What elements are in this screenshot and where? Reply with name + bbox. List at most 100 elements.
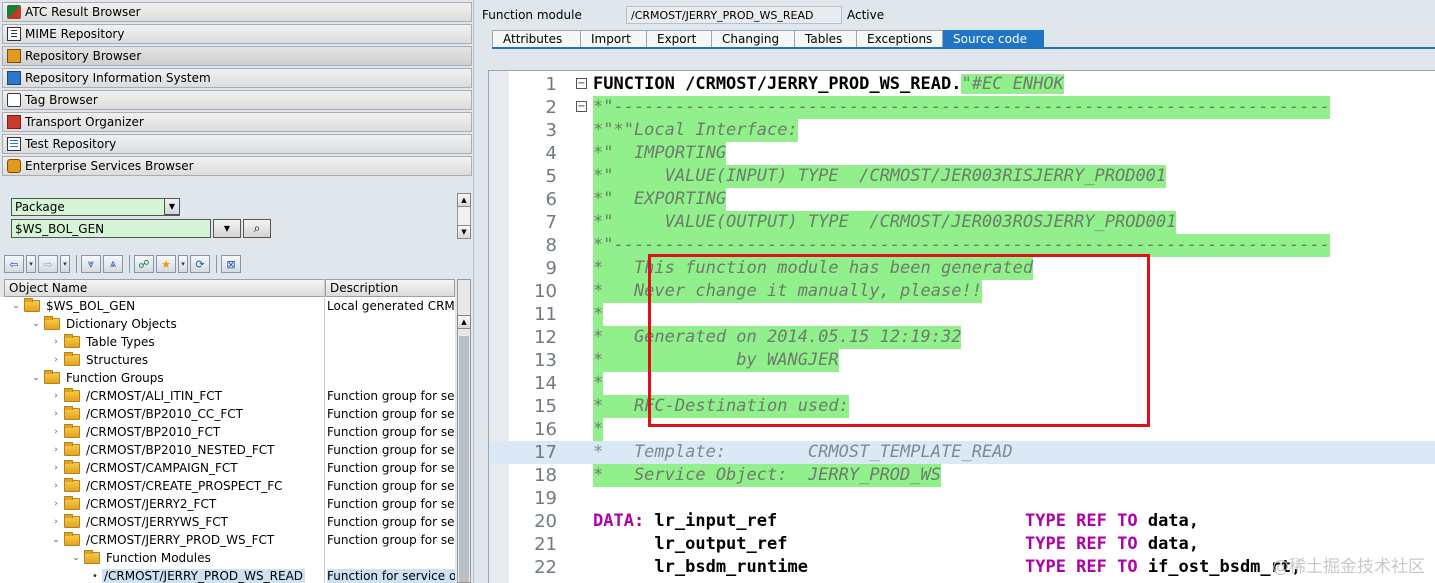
- tree-scroll-up-icon[interactable]: ▲: [457, 315, 471, 329]
- collapse-icon[interactable]: ⌄: [30, 372, 42, 384]
- line-number: 13: [534, 350, 557, 371]
- esb-icon: [7, 159, 21, 173]
- scroll-down-icon[interactable]: ▼: [457, 225, 471, 239]
- refresh-icon[interactable]: ⟳: [190, 255, 210, 273]
- enterprise-services-browser-button[interactable]: Enterprise Services Browser: [2, 156, 472, 176]
- test-repository-button[interactable]: Test Repository: [2, 134, 472, 154]
- transport-organizer-button[interactable]: Transport Organizer: [2, 112, 472, 132]
- collapse-icon[interactable]: ⌄: [50, 534, 62, 546]
- tab-changing[interactable]: Changing: [712, 30, 795, 48]
- line-number: 6: [545, 189, 557, 210]
- line-number: 14: [534, 373, 557, 394]
- back-menu-icon[interactable]: ▾: [26, 255, 36, 273]
- object-type-dropdown-icon[interactable]: ▼: [164, 198, 180, 215]
- tree-row[interactable]: ›/CRMOST/BP2010_CC_FCT Function group for…: [0, 405, 455, 423]
- tree-row[interactable]: ⌄ Function Groups: [0, 369, 455, 387]
- object-name-input[interactable]: $WS_BOL_GEN: [11, 219, 211, 238]
- fold-collapse-icon[interactable]: −: [576, 78, 587, 89]
- tab-tables[interactable]: Tables: [795, 30, 857, 48]
- fold-collapse-icon[interactable]: −: [576, 101, 587, 112]
- expand-icon[interactable]: ›: [50, 408, 62, 420]
- tab-source-code[interactable]: Source code: [943, 30, 1044, 48]
- tree-row[interactable]: ›/CRMOST/JERRY2_FCT Function group for se…: [0, 495, 455, 513]
- expand-icon[interactable]: ›: [50, 498, 62, 510]
- atc-result-browser-button[interactable]: ATC Result Browser: [2, 2, 472, 22]
- scroll-up-icon[interactable]: ▲: [457, 193, 471, 207]
- display-glasses-icon[interactable]: ⌕: [243, 219, 271, 238]
- expand-icon[interactable]: ›: [50, 426, 62, 438]
- object-navigator-panel: ATC Result Browser MIME Repository Repos…: [0, 0, 474, 583]
- function-module-field[interactable]: /CRMOST/JERRY_PROD_WS_READ: [626, 6, 842, 24]
- tree-row[interactable]: ⌄ Function Modules: [0, 549, 455, 567]
- object-type-select[interactable]: Package: [11, 198, 180, 216]
- status-text: Active: [847, 8, 885, 22]
- expand-all-icon[interactable]: ⩔: [81, 255, 101, 273]
- tree-row[interactable]: ›/CRMOST/JERRYWS_FCT Function group for s…: [0, 513, 455, 531]
- tree-row[interactable]: ⌄ Dictionary Objects: [0, 315, 455, 333]
- tree-row[interactable]: › Structures: [0, 351, 455, 369]
- forward-menu-icon[interactable]: ▾: [60, 255, 70, 273]
- line-number: 16: [534, 419, 557, 440]
- expand-icon[interactable]: ›: [50, 354, 62, 366]
- line-number: 12: [534, 327, 557, 348]
- code-data-keyword: DATA:: [593, 511, 645, 531]
- tab-import[interactable]: Import: [581, 30, 647, 48]
- close-window-icon[interactable]: ⊠: [221, 255, 241, 273]
- line-number: 8: [545, 235, 557, 256]
- tab-export[interactable]: Export: [647, 30, 712, 48]
- line-number: 22: [534, 557, 557, 578]
- tree-row[interactable]: ›/CRMOST/CAMPAIGN_FCT Function group for …: [0, 459, 455, 477]
- folder-icon: [64, 460, 80, 474]
- tab-exceptions[interactable]: Exceptions: [857, 30, 943, 48]
- tree-row[interactable]: ⌄/CRMOST/JERRY_PROD_WS_FCT Function group…: [0, 531, 455, 549]
- tree-row[interactable]: ⌄$WS_BOL_GENLocal generated CRM ol: [0, 297, 455, 315]
- tree-row[interactable]: ›/CRMOST/BP2010_NESTED_FCT Function group…: [0, 441, 455, 459]
- tree-scrollbar[interactable]: ▲: [457, 279, 471, 583]
- expand-icon[interactable]: ›: [50, 462, 62, 474]
- code-comment-current-line: * Template: CRMOST_TEMPLATE_READ: [593, 442, 1013, 462]
- favorites-menu-icon[interactable]: ▾: [178, 255, 188, 273]
- expand-icon[interactable]: ›: [50, 336, 62, 348]
- folder-open-icon: [44, 370, 60, 384]
- expand-icon[interactable]: ›: [50, 516, 62, 528]
- object-tree: ⌄$WS_BOL_GENLocal generated CRM ol ⌄Dict…: [0, 297, 455, 583]
- history-scrollbar[interactable]: ▲ ▼: [457, 193, 471, 239]
- source-code-editor[interactable]: 1 − FUNCTION /CRMOST/JERRY_PROD_WS_READ."#…: [488, 70, 1435, 583]
- code-type-target: data,: [1137, 534, 1200, 554]
- forward-arrow-icon[interactable]: ⇨: [38, 255, 58, 273]
- tree-scroll-thumb[interactable]: [459, 336, 469, 582]
- folder-icon: [64, 514, 80, 528]
- tree-row[interactable]: ›/CRMOST/BP2010_FCT Function group for se…: [0, 423, 455, 441]
- hierarchy-icon[interactable]: ☍: [134, 255, 154, 273]
- object-name-column-header[interactable]: Object Name: [4, 279, 325, 297]
- code-type-keyword: TYPE REF TO: [1025, 534, 1138, 554]
- mime-repository-button[interactable]: MIME Repository: [2, 24, 472, 44]
- favorites-star-icon[interactable]: ★: [156, 255, 176, 273]
- folder-open-icon: [44, 316, 60, 330]
- description-column-header[interactable]: Description: [325, 279, 455, 297]
- expand-icon[interactable]: ›: [50, 480, 62, 492]
- expand-icon[interactable]: ›: [50, 444, 62, 456]
- object-name-dropdown-icon[interactable]: ▼: [213, 219, 241, 238]
- line-number: 5: [545, 166, 557, 187]
- code-comment: *"--------------------------------------…: [593, 96, 1330, 119]
- back-arrow-icon[interactable]: ⇦: [4, 255, 24, 273]
- tree-row[interactable]: › Table Types: [0, 333, 455, 351]
- code-comment: * Service Object: JERRY_PROD_WS: [593, 464, 941, 487]
- repository-browser-button[interactable]: Repository Browser: [2, 46, 472, 66]
- line-number: 9: [545, 258, 557, 279]
- tree-row[interactable]: ›/CRMOST/CREATE_PROSPECT_FC Function grou…: [0, 477, 455, 495]
- code-comment: *: [593, 303, 604, 326]
- collapse-all-icon[interactable]: ⩓: [103, 255, 123, 273]
- line-number: 17: [534, 442, 557, 463]
- tag-browser-button[interactable]: Tag Browser: [2, 90, 472, 110]
- collapse-icon[interactable]: ⌄: [10, 300, 22, 312]
- code-type-keyword: TYPE REF TO: [1025, 557, 1138, 577]
- collapse-icon[interactable]: ⌄: [30, 318, 42, 330]
- collapse-icon[interactable]: ⌄: [70, 552, 82, 564]
- repository-information-system-button[interactable]: Repository Information System: [2, 68, 472, 88]
- expand-icon[interactable]: ›: [50, 390, 62, 402]
- tree-row-selected[interactable]: •/CRMOST/JERRY_PROD_WS_READ Function for …: [0, 567, 455, 583]
- tab-attributes[interactable]: Attributes: [492, 30, 581, 48]
- tree-row[interactable]: ›/CRMOST/ALI_ITIN_FCT Function group for …: [0, 387, 455, 405]
